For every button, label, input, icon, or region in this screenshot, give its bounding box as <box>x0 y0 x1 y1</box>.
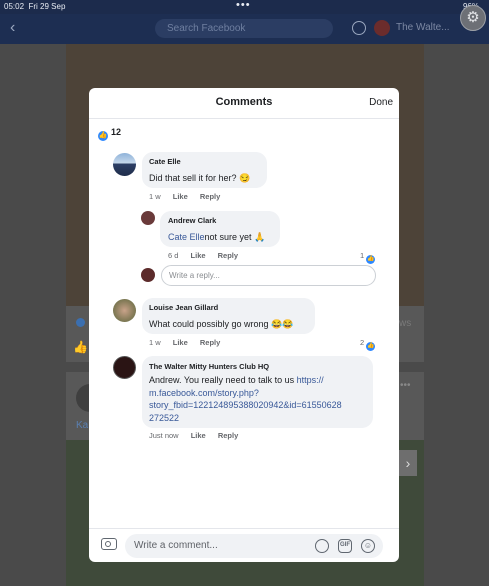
comment-meta: 6 d Like Reply <box>168 251 238 260</box>
facebook-top-bar: ‹ Search Facebook The Walte... ▾ <box>0 14 489 44</box>
comment-text: Cate Ellenot sure yet 🙏 <box>168 232 266 242</box>
comment-placeholder: Write a comment... <box>134 540 218 551</box>
like-icon: 👍 <box>98 131 108 141</box>
reply-link[interactable]: Reply <box>200 338 220 347</box>
avatar[interactable] <box>113 153 136 176</box>
mention-link[interactable]: Cate Elle <box>168 232 205 242</box>
emoji-icon[interactable]: ☺ <box>361 539 375 553</box>
background-next-arrow: › <box>399 450 417 476</box>
comment-time: Just now <box>149 431 179 440</box>
reply-link[interactable]: Reply <box>218 431 238 440</box>
gear-icon[interactable]: ⚙ <box>460 5 486 31</box>
background-left-text: Ka <box>76 420 89 431</box>
like-link[interactable]: Like <box>173 338 188 347</box>
like-link[interactable]: Like <box>191 251 206 260</box>
modal-header: Comments Done <box>89 88 399 119</box>
comment-meta: Just now Like Reply <box>149 431 238 440</box>
reaction-summary[interactable]: 👍 12 <box>98 127 121 141</box>
reaction-count: 12 <box>111 127 122 137</box>
avatar[interactable] <box>113 299 136 322</box>
commenter-name[interactable]: Cate Elle <box>149 157 181 166</box>
story-link[interactable]: https:// <box>297 375 324 385</box>
messenger-icon[interactable] <box>352 21 366 35</box>
status-bar: 05:02 Fri 29 Sep ••• 96% <box>0 0 489 14</box>
avatar[interactable] <box>113 356 136 379</box>
background-right-text: ws <box>399 318 412 329</box>
story-link[interactable]: 272522 <box>149 413 179 423</box>
comment-input[interactable]: Write a comment... GIF ☺ <box>125 534 383 558</box>
like-icon: 👍 <box>366 342 376 351</box>
reply-input[interactable]: Write a reply... <box>161 265 376 286</box>
page-name[interactable]: The Walte... <box>396 22 450 33</box>
comment-text: Did that sell it for her? 😏 <box>149 173 251 183</box>
story-link[interactable]: m.facebook.com/story.php? <box>149 388 259 398</box>
reply-link[interactable]: Reply <box>200 192 220 201</box>
back-chevron-icon[interactable]: ‹ <box>10 19 15 37</box>
page-avatar <box>141 268 155 282</box>
comment-like-count[interactable]: 2 👍 <box>360 338 378 351</box>
story-link[interactable]: story_fbid=122124895388020942&id=6155062… <box>149 400 342 410</box>
comment-time: 1 w <box>149 338 161 347</box>
camera-icon[interactable] <box>101 538 117 550</box>
sticker-icon[interactable] <box>315 539 329 553</box>
modal-title: Comments <box>215 96 273 108</box>
search-input[interactable]: Search Facebook <box>155 19 333 38</box>
gif-icon[interactable]: GIF <box>338 539 352 553</box>
comment-meta: 1 w Like Reply <box>149 192 220 201</box>
comment-time: 1 w <box>149 192 161 201</box>
like-icon: 👍 <box>366 255 376 264</box>
like-link[interactable]: Like <box>173 192 188 201</box>
page-avatar[interactable] <box>374 20 390 36</box>
comment-like-count[interactable]: 1 👍 <box>360 251 378 264</box>
comment-composer: Write a comment... GIF ☺ <box>89 528 399 562</box>
background-thumb-icon: 👍 <box>73 340 88 354</box>
done-button[interactable]: Done <box>369 97 393 108</box>
avatar[interactable] <box>141 211 155 225</box>
reply-link[interactable]: Reply <box>218 251 238 260</box>
commenter-name[interactable]: Andrew Clark <box>168 216 216 225</box>
like-link[interactable]: Like <box>191 431 206 440</box>
commenter-name[interactable]: Louise Jean Gillard <box>149 303 218 312</box>
background-like-icon <box>76 318 85 327</box>
comment-time: 6 d <box>168 251 179 260</box>
comment-text: Andrew. You really need to talk to us ht… <box>149 375 342 423</box>
comments-modal: Comments Done 👍 12 Cate Elle Did that sel… <box>89 88 399 562</box>
comment-meta: 1 w Like Reply <box>149 338 220 347</box>
status-time: 05:02 Fri 29 Sep <box>4 2 66 11</box>
comment-text: What could possibly go wrong 😂😂 <box>149 319 294 329</box>
background-more-dots: ••• <box>400 380 411 391</box>
commenter-name[interactable]: The Walter Mitty Hunters Club HQ <box>149 362 269 371</box>
multitask-dots-icon[interactable]: ••• <box>236 0 251 11</box>
